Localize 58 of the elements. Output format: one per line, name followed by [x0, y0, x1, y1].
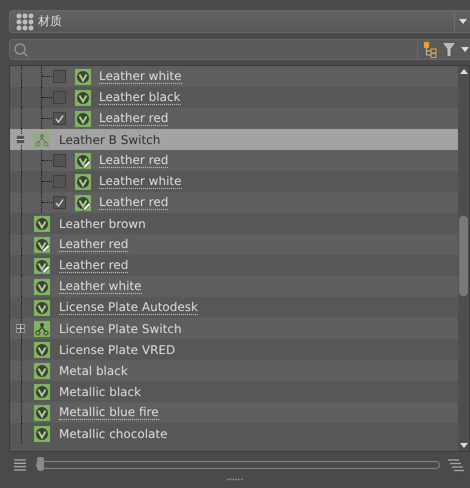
tree-row[interactable]: Leather white: [10, 276, 458, 297]
checkbox[interactable]: [53, 175, 66, 188]
collapse-toggle[interactable]: [16, 135, 25, 144]
filter-icon: [443, 43, 455, 56]
item-label: Metallic black: [59, 384, 142, 398]
checkbox[interactable]: [53, 154, 66, 167]
scroll-thumb[interactable]: [459, 216, 468, 296]
item-label: Leather white: [99, 174, 182, 188]
search-icon: [14, 42, 28, 56]
resize-grip-icon: [227, 478, 243, 481]
scroll-down-icon: [460, 443, 468, 448]
item-label: Leather red: [99, 112, 168, 126]
plus-icon: [17, 325, 24, 332]
item-label: Metallic chocolate: [59, 426, 168, 440]
scroll-up-icon: [460, 69, 468, 74]
checkbox[interactable]: [53, 91, 66, 104]
category-dropdown[interactable]: 材质: [9, 10, 470, 33]
item-label: Leather red: [99, 196, 168, 210]
hierarchy-icon: [423, 42, 437, 58]
tree-row[interactable]: Leather red: [10, 108, 458, 129]
tree-row[interactable]: Metal black: [10, 360, 458, 381]
item-label: Metallic blue fire: [59, 406, 159, 420]
item-label: Leather white: [99, 70, 182, 84]
checkbox[interactable]: [53, 112, 66, 125]
item-label: Metal black: [59, 364, 128, 378]
item-label: Leather brown: [59, 216, 146, 230]
tree-row[interactable]: Leather white: [10, 66, 458, 87]
item-label: License Plate Autodesk: [59, 300, 198, 314]
item-label: Leather red: [59, 238, 128, 252]
tree-row[interactable]: Leather red: [10, 192, 458, 213]
dropdown-arrow-icon: [461, 47, 469, 52]
item-label: Leather white: [59, 280, 142, 294]
list-icon: [14, 459, 26, 471]
minus-icon: [17, 136, 24, 143]
item-label: License Plate Switch: [59, 322, 182, 336]
dropdown-arrow-icon: [458, 19, 466, 24]
item-label: Leather red: [99, 154, 168, 168]
grid-icon: [16, 12, 34, 30]
item-label: Leather black: [99, 90, 181, 104]
scrollbar[interactable]: [458, 66, 469, 451]
switch-icon: [34, 320, 50, 336]
item-label: License Plate VRED: [59, 342, 176, 356]
tree-row[interactable]: Leather red: [10, 150, 458, 171]
tree-row[interactable]: Leather red: [10, 234, 458, 255]
checkbox[interactable]: [53, 196, 66, 209]
check-icon: [55, 114, 64, 122]
search-field[interactable]: [9, 39, 418, 60]
tree-row[interactable]: Leather B Switch: [10, 129, 458, 150]
checkbox[interactable]: [53, 70, 66, 83]
switch-icon: [34, 132, 50, 148]
tree-row[interactable]: Metallic blue fire: [10, 402, 458, 423]
tree-row[interactable]: License Plate Switch: [10, 318, 458, 339]
slider-thumb[interactable]: [37, 457, 44, 471]
item-label: Leather B Switch: [59, 132, 160, 146]
check-icon: [55, 198, 64, 206]
detail-list-icon: [448, 458, 464, 472]
item-label: Leather red: [59, 258, 128, 272]
expand-toggle[interactable]: [16, 324, 25, 333]
